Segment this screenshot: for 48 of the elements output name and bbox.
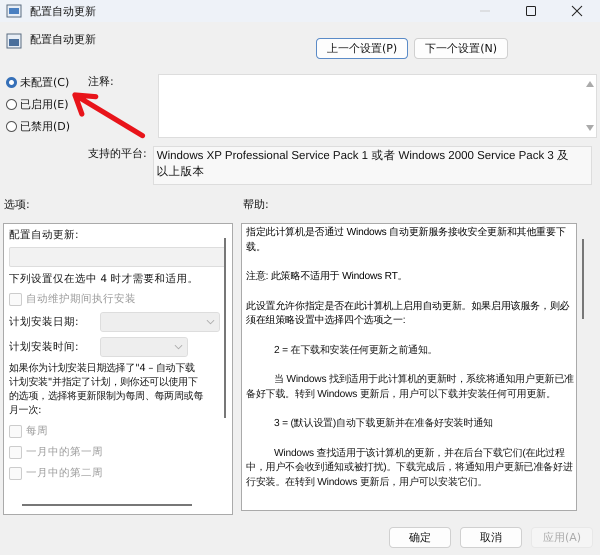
radio-label: 已启用(E) <box>20 96 69 112</box>
options-heading: 配置自动更新: <box>9 228 80 242</box>
policy-icon <box>6 32 22 50</box>
radio-label: 未配置(C) <box>20 74 70 90</box>
options-note: 下列设置仅在选中 4 时才需要和适用。 <box>9 272 200 286</box>
nav-button[interactable]: 上一个设置(P) <box>316 38 408 59</box>
help-paragraph: 2 = 在下载和安装任何更新之前通知。 <box>273 344 438 358</box>
radio-option[interactable]: 未配置(C) <box>6 74 86 90</box>
radio-icon[interactable] <box>6 120 17 132</box>
checkbox-label: 每周 <box>26 424 48 438</box>
scrollbar[interactable] <box>582 239 584 319</box>
scroll-down-icon[interactable] <box>586 125 594 131</box>
platform-label: 支持的平台: <box>87 146 147 161</box>
radio-icon[interactable] <box>6 76 17 88</box>
maximize-icon[interactable] <box>525 5 537 17</box>
field-label: 计划安装日期: <box>9 315 80 329</box>
field-label: 计划安装时间: <box>9 340 80 354</box>
radio-option[interactable]: 已启用(E) <box>6 96 86 112</box>
close-icon[interactable] <box>571 5 583 17</box>
comment-field[interactable] <box>158 74 597 138</box>
checkbox-label: 一月中的第一周 <box>26 445 103 459</box>
platform-text: Windows XP Professional Service Pack 1 或者 Windows 2000 Service Pack 3 及以上版本 <box>156 150 569 178</box>
policy-icon <box>6 3 22 19</box>
options-paragraph: 如果你为计划安装日期选择了"4 – 自动下载 计划安装"并指定了计划，则你还可以使用下 的选项，选择将更新限制为每周、每两周或每 月一次: <box>9 362 204 418</box>
help-label: 帮助: <box>243 197 269 213</box>
radio-icon[interactable] <box>6 98 17 110</box>
chevron-icon <box>206 319 215 325</box>
radio-option[interactable]: 已禁用(D) <box>6 118 86 134</box>
help-paragraph: 当 Windows 找到适用于此计算机的更新时，系统将通知用户更新已准备好下载。转到 Windows 更新后，用户可以下载并安装任何可用更新。 <box>246 373 575 402</box>
dialog-button[interactable]: 确定 <box>389 527 451 548</box>
setting-title: 配置自动更新 <box>30 32 96 47</box>
chevron-icon <box>174 344 183 350</box>
scroll-up-icon[interactable] <box>586 81 594 87</box>
options-label: 选项: <box>4 197 31 213</box>
comment-label: 注释: <box>87 74 114 89</box>
help-paragraph: 注意: 此策略不适用于 Windows RT。 <box>246 270 408 284</box>
scrollbar[interactable] <box>224 238 226 418</box>
window-title: 配置自动更新 <box>30 4 96 18</box>
help-paragraph: 此设置允许你指定是否在此计算机上启用自动更新。如果启用该服务，则必须在组策略设置中选择四个选项之一: <box>246 300 570 328</box>
scrollbar[interactable] <box>22 504 192 506</box>
checkbox-label: 一月中的第二周 <box>26 466 103 480</box>
dialog-button[interactable]: 取消 <box>460 527 522 548</box>
help-paragraph: Windows 查找适用于该计算机的更新，并在后台下载它们(在此过程中，用户不会收到通知或被打扰)。下载完成后，将通知用户更新已准备好进行安装。在转到 Windows 更新后，用户可以安装它们。 <box>246 446 574 490</box>
nav-button[interactable]: 下一个设置(N) <box>414 38 508 59</box>
help-paragraph: 指定此计算机是否通过 Windows 自动更新服务接收安全更新和其他重要下载。 <box>246 226 567 254</box>
radio-label: 已禁用(D) <box>20 118 70 134</box>
help-paragraph: 3 = (默认设置)自动下载更新并在准备好安装时通知 <box>273 417 494 431</box>
checkbox-label: 自动维护期间执行安装 <box>26 292 136 306</box>
